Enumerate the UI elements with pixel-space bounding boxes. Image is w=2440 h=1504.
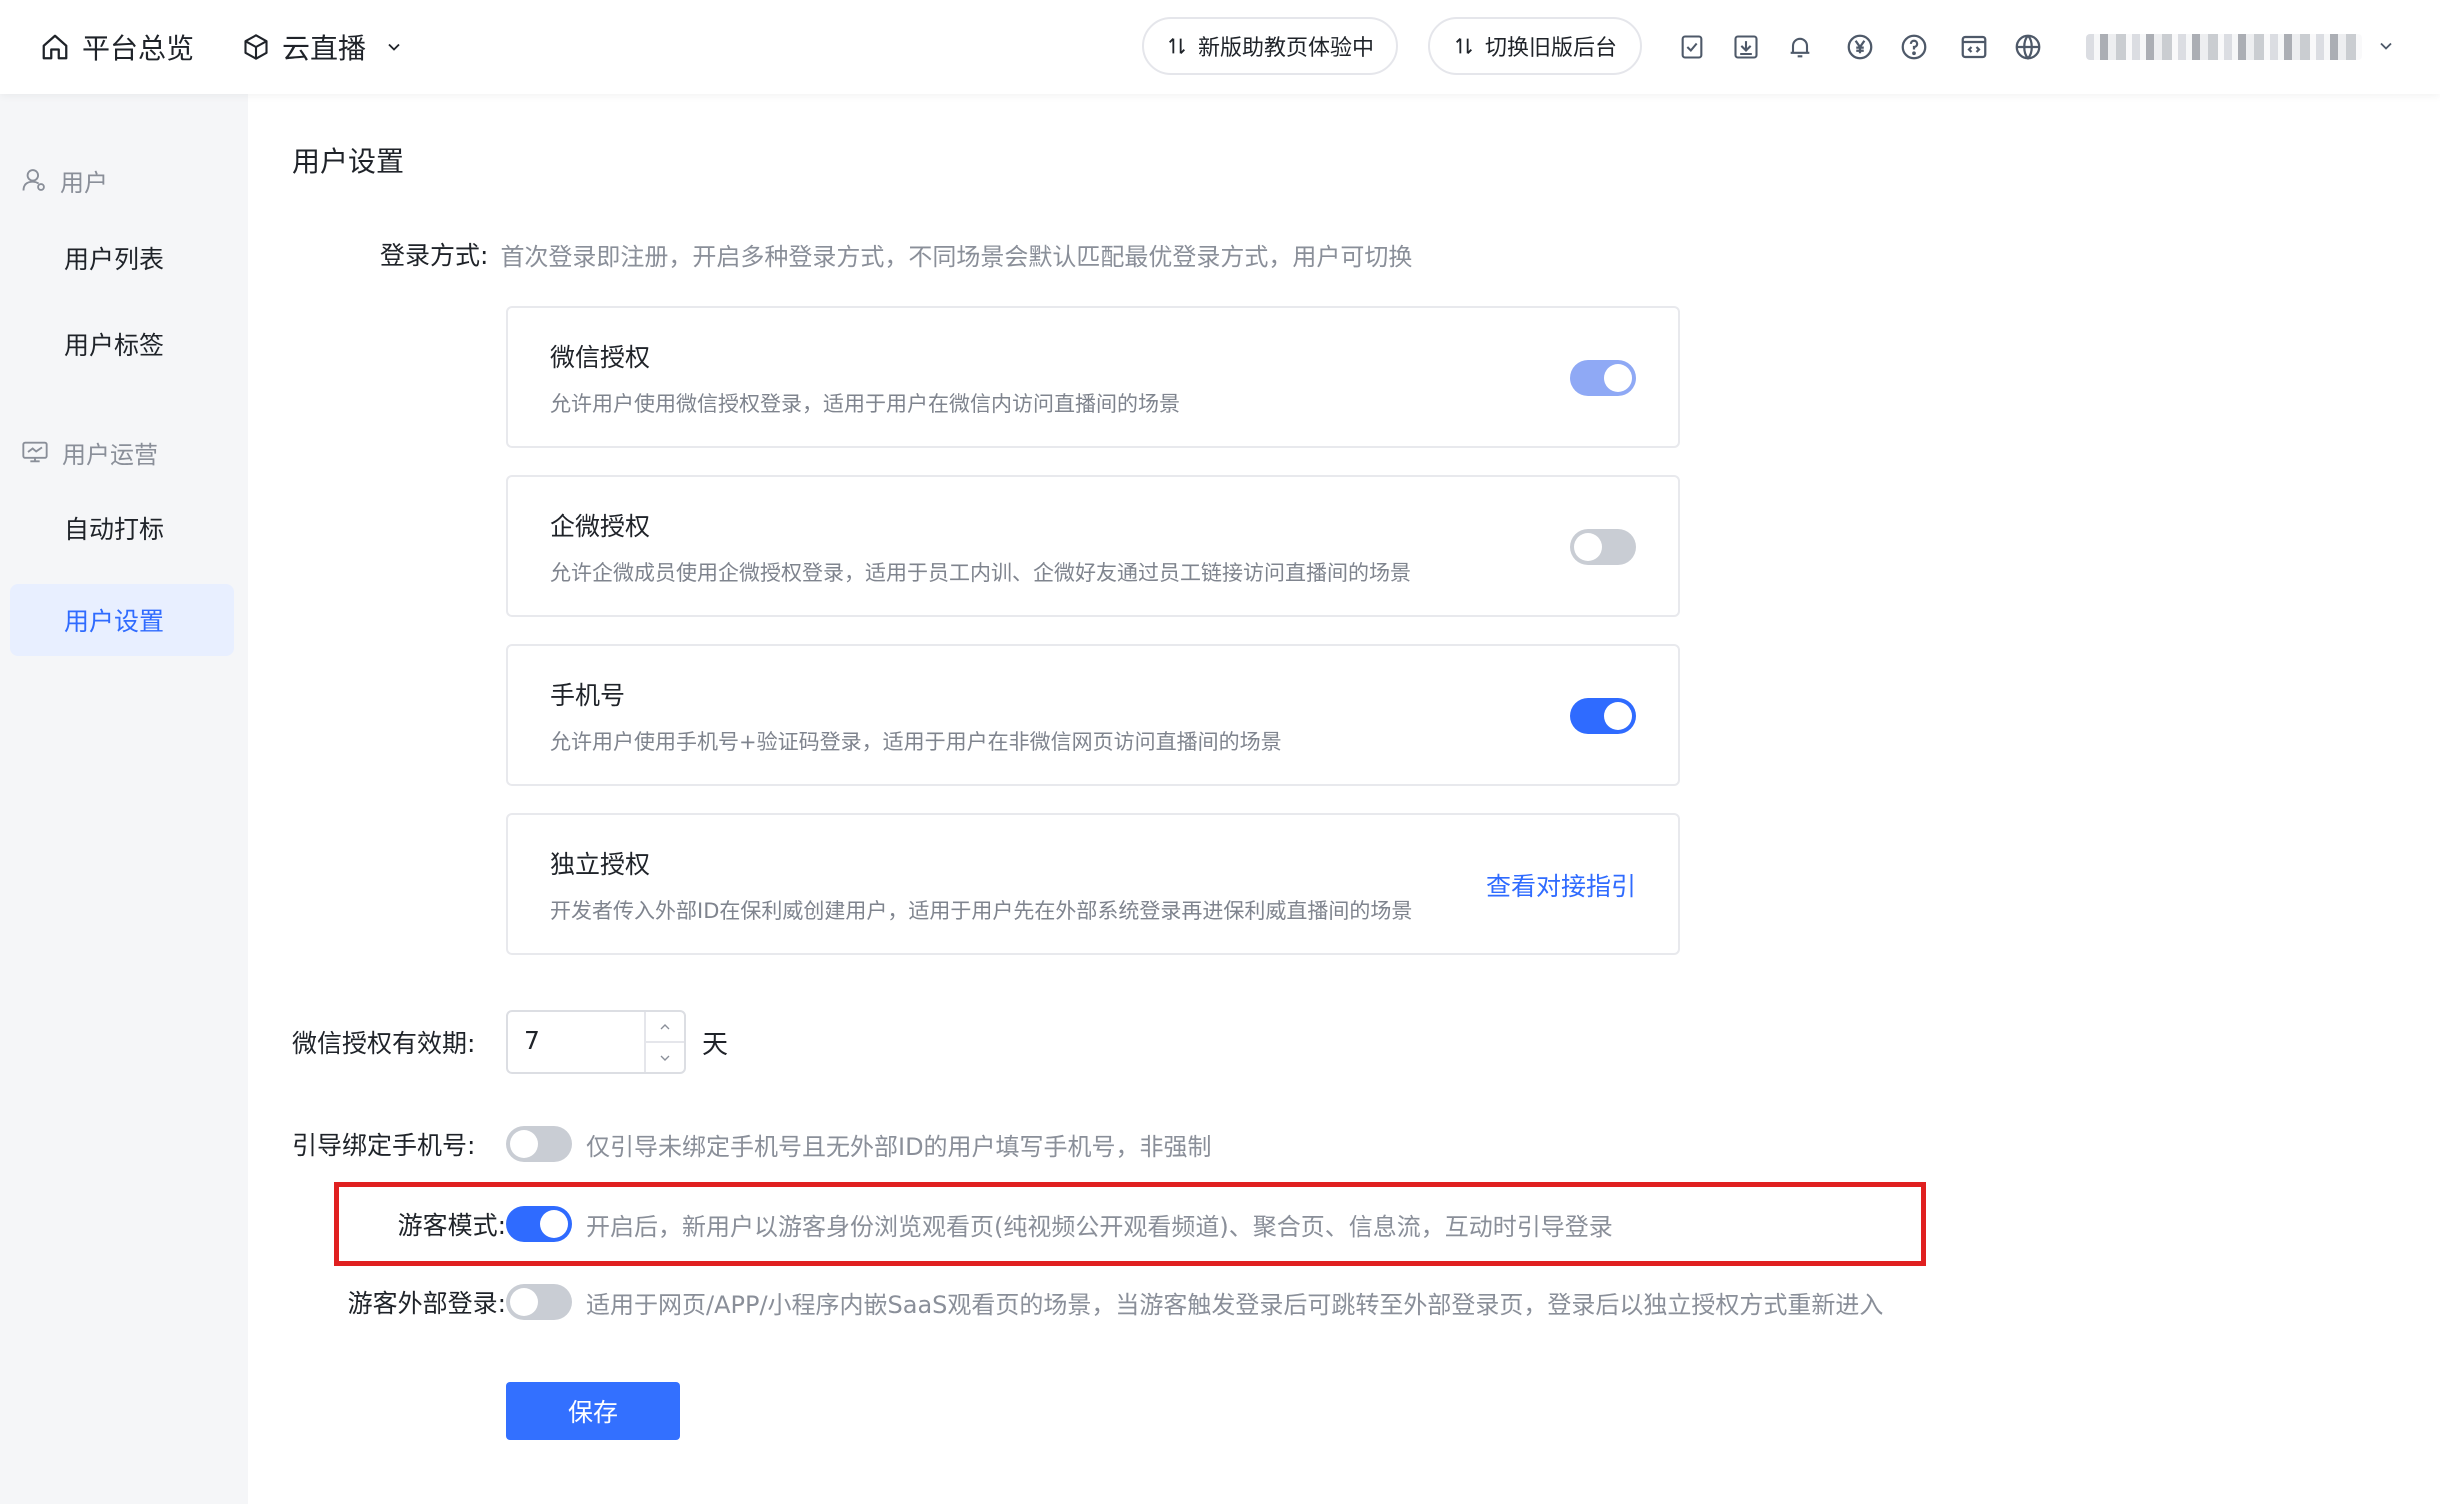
chevron-up-icon [660, 1023, 670, 1029]
wecom-auth-toggle[interactable] [1570, 529, 1636, 565]
guest-external-login-row: 游客外部登录: 适用于网页/APP/小程序内嵌SaaS观看页的场景，当游客触发登… [292, 1284, 1883, 1320]
sidebar-group-user-operations-label: 用户运营 [62, 440, 158, 469]
sidebar-item-label: 用户设置 [64, 607, 165, 636]
stepper-arrows [644, 1012, 684, 1072]
bind-phone-row: 引导绑定手机号: 仅引导未绑定手机号且无外部ID的用户填写手机号，非强制 [292, 1126, 1212, 1162]
integration-guide-link[interactable]: 查看对接指引 [1486, 867, 1636, 903]
guest-mode-hint: 开启后，新用户以游客身份浏览观看页(纯视频公开观看频道)、聚合页、信息流，互动时… [586, 1212, 1613, 1241]
new-assistant-page-label: 新版助教页体验中 [1197, 36, 1374, 61]
sidebar-group-user-operations: 用户运营 [20, 432, 158, 472]
sidebar: 用户 用户列表 用户标签 用户运营 自动打标 用户设置 [0, 94, 248, 1504]
phone-login-toggle[interactable] [1570, 698, 1636, 734]
nav-platform-overview-label: 平台总览 [82, 32, 195, 65]
wechat-validity-row: 微信授权有效期: 7 天 [292, 1010, 728, 1074]
user-icon [22, 169, 45, 191]
sidebar-item-label: 用户标签 [64, 331, 165, 360]
chevron-down-icon[interactable] [2376, 36, 2396, 56]
wechat-validity-label: 微信授权有效期: [292, 1029, 476, 1058]
nav-product-label: 云直播 [282, 32, 367, 65]
sidebar-item-user-settings[interactable]: 用户设置 [10, 584, 234, 656]
login-card-phone: 手机号 允许用户使用手机号+验证码登录，适用于用户在非微信网页访问直播间的场景 [506, 644, 1680, 786]
guest-external-login-toggle[interactable] [506, 1284, 572, 1320]
bind-phone-toggle[interactable] [506, 1126, 572, 1162]
sidebar-item-user-list[interactable]: 用户列表 [10, 222, 234, 294]
help-icon[interactable] [1898, 31, 1930, 63]
swap-arrows-icon [1169, 38, 1185, 54]
main-content: 用户设置 登录方式: 首次登录即注册，开启多种登录方式，不同场景会默认匹配最优登… [248, 94, 2440, 1504]
wechat-auth-toggle[interactable] [1570, 360, 1636, 396]
login-card-title: 企微授权 [550, 512, 651, 541]
switch-old-backend-label: 切换旧版后台 [1484, 36, 1617, 61]
sidebar-group-user: 用户 [20, 160, 108, 200]
guest-mode-toggle[interactable] [506, 1206, 572, 1242]
login-method-label: 登录方式: [380, 241, 489, 270]
yen-icon[interactable] [1844, 31, 1876, 63]
account-name-redacted[interactable] [2086, 34, 2362, 60]
login-method-row: 登录方式: 首次登录即注册，开启多种登录方式，不同场景会默认匹配最优登录方式，用… [380, 236, 1412, 272]
login-card-wecom: 企微授权 允许企微成员使用企微授权登录，适用于员工内训、企微好友通过员工链接访问… [506, 475, 1680, 617]
login-card-desc: 允许用户使用微信授权登录，适用于用户在微信内访问直播间的场景 [550, 392, 1180, 416]
login-card-independent: 独立授权 开发者传入外部ID在保利威创建用户，适用于用户先在外部系统登录再进保利… [506, 813, 1680, 955]
guest-external-login-hint: 适用于网页/APP/小程序内嵌SaaS观看页的场景，当游客触发登录后可跳转至外部… [586, 1290, 1884, 1319]
wechat-validity-value[interactable]: 7 [524, 1026, 540, 1055]
wechat-validity-unit: 天 [702, 1029, 729, 1060]
guest-external-login-label: 游客外部登录: [347, 1289, 506, 1318]
nav-platform-overview[interactable]: 平台总览 [40, 0, 194, 94]
decrement-button[interactable] [646, 1043, 684, 1072]
login-card-wechat: 微信授权 允许用户使用微信授权登录，适用于用户在微信内访问直播间的场景 [506, 306, 1680, 448]
increment-button[interactable] [646, 1012, 684, 1043]
login-card-title: 手机号 [550, 681, 626, 710]
home-icon [42, 34, 68, 60]
bell-icon[interactable] [1784, 31, 1816, 63]
login-card-desc: 允许用户使用手机号+验证码登录，适用于用户在非微信网页访问直播间的场景 [550, 730, 1282, 754]
monitor-chart-icon [22, 441, 48, 463]
chevron-down-icon [660, 1055, 670, 1061]
switch-old-backend-button[interactable]: 切换旧版后台 [1428, 17, 1642, 75]
checklist-icon[interactable] [1676, 31, 1708, 63]
wechat-validity-stepper[interactable]: 7 [506, 1010, 686, 1074]
bind-phone-hint: 仅引导未绑定手机号且无外部ID的用户填写手机号，非强制 [586, 1132, 1212, 1161]
nav-product-switcher[interactable]: 云直播 [242, 0, 404, 94]
sidebar-item-auto-tagging[interactable]: 自动打标 [10, 492, 234, 564]
code-window-icon[interactable] [1958, 31, 1990, 63]
globe-icon[interactable] [2012, 31, 2044, 63]
page-title: 用户设置 [292, 145, 405, 178]
cube-icon [244, 34, 268, 60]
login-card-title: 微信授权 [550, 343, 651, 372]
sidebar-item-label: 用户列表 [64, 245, 165, 274]
login-card-desc: 允许企微成员使用企微授权登录，适用于员工内训、企微好友通过员工链接访问直播间的场… [550, 561, 1411, 585]
swap-arrows-icon [1456, 38, 1472, 54]
sidebar-item-user-tags[interactable]: 用户标签 [10, 308, 234, 380]
top-bar: 平台总览 云直播 新版助教页体验中 切换旧版后台 [0, 0, 2440, 94]
chevron-down-icon [388, 43, 400, 51]
sidebar-item-label: 自动打标 [64, 515, 165, 544]
guest-mode-row: 游客模式: 开启后，新用户以游客身份浏览观看页(纯视频公开观看频道)、聚合页、信… [292, 1206, 1613, 1242]
save-button[interactable]: 保存 [506, 1382, 680, 1440]
login-card-title: 独立授权 [550, 850, 651, 879]
guest-mode-label: 游客模式: [397, 1211, 506, 1240]
new-assistant-page-button[interactable]: 新版助教页体验中 [1142, 17, 1398, 75]
bind-phone-label: 引导绑定手机号: [292, 1131, 476, 1160]
login-method-hint: 首次登录即注册，开启多种登录方式，不同场景会默认匹配最优登录方式，用户可切换 [500, 242, 1413, 271]
download-icon[interactable] [1730, 31, 1762, 63]
sidebar-group-user-label: 用户 [60, 168, 108, 197]
login-card-desc: 开发者传入外部ID在保利威创建用户，适用于用户先在外部系统登录再进保利威直播间的… [550, 899, 1413, 923]
